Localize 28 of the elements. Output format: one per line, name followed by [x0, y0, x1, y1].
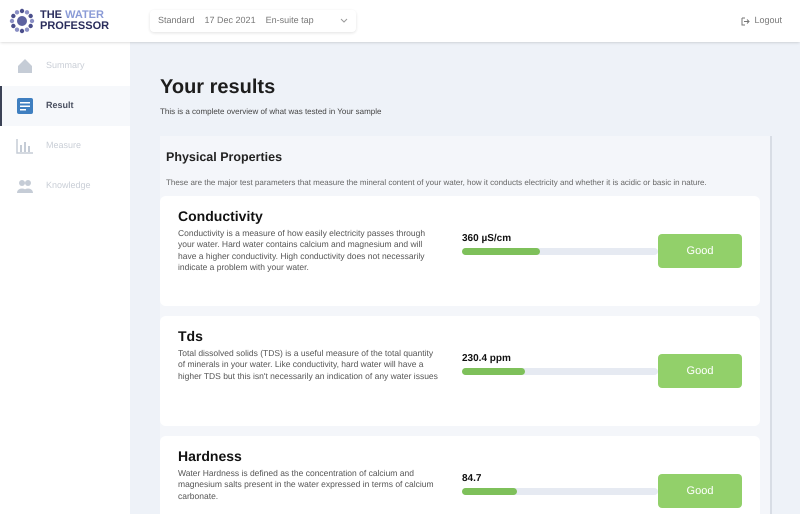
result-reading: 360 µS/cm — [462, 232, 512, 246]
bar-chart-icon — [16, 137, 34, 155]
chevron-icon — [340, 18, 348, 24]
logo-text: THE WATER — [40, 10, 105, 21]
result-title: Hardness — [178, 446, 243, 466]
result-title: Conductivity — [178, 206, 264, 226]
house-icon — [16, 57, 34, 75]
rating-badge: Good — [658, 354, 742, 388]
logout-icon — [741, 16, 750, 26]
result-description: Total dissolved solids (TDS) is a useful measure of the total quantity of minerals in your water. Like conductivity, hard water will have a higher TDS but this isn't necessarily an indication of any water issues — [178, 348, 439, 382]
rating-badge: Good — [658, 234, 742, 268]
section-title: Physical Properties — [166, 149, 284, 166]
page-subtitle: This is a complete overview of what was tested in Your sample — [160, 106, 382, 118]
document-icon — [16, 97, 34, 115]
result-title: Tds — [178, 326, 204, 346]
people-icon — [16, 177, 34, 195]
result-reading: 230.4 ppm — [462, 352, 512, 366]
result-description: Conductivity is a measure of how easily electricity passes through your water. Hard water contains calcium and magnesium and will have a higher conductivity. High conductivity does not necessarily indicate a problem with your water. — [178, 228, 426, 274]
rating-badge: Good — [658, 474, 742, 508]
logout-button[interactable]: Logout — [741, 14, 782, 28]
logo-icon — [8, 7, 36, 35]
page-title: Your results — [160, 75, 276, 100]
logo-text: PROFESSOR — [40, 21, 110, 32]
sidebar-item[interactable]: Result — [0, 86, 130, 126]
sample-dropdown[interactable]: Standard 17 Dec 2021 En-suite tap — [150, 10, 356, 32]
section-description: These are the major test parameters that measure the mineral content of your water, how it conducts electricity and whether it is acidic or basic in nature. — [166, 176, 708, 188]
result-description: Water Hardness is defined as the concentration of calcium and magnesium salts present in the water expressed in terms of calcium carbonate. — [178, 468, 435, 502]
result-reading: 84.7 — [462, 472, 482, 486]
